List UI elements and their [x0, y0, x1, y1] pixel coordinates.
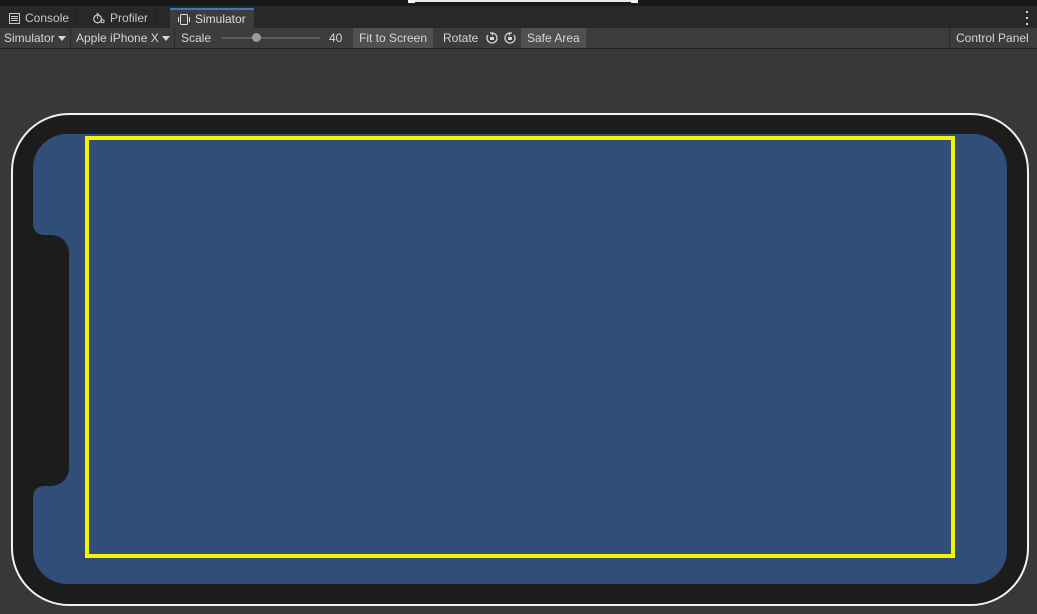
control-panel-button[interactable]: Control Panel	[949, 28, 1029, 48]
scale-slider-track[interactable]	[222, 37, 320, 39]
rotate-left-icon[interactable]	[485, 28, 499, 48]
tab-profiler-label: Profiler	[110, 11, 149, 25]
drag-handle[interactable]	[408, 0, 638, 3]
chevron-down-icon	[57, 36, 66, 41]
safe-area-toggle[interactable]: Safe Area	[521, 28, 586, 48]
safe-area-label: Safe Area	[527, 31, 580, 45]
scale-slider-thumb[interactable]	[252, 33, 261, 42]
scale-value: 40	[329, 31, 343, 45]
rotate-right-icon[interactable]	[503, 28, 517, 48]
tab-simulator-label: Simulator	[195, 12, 246, 26]
mode-dropdown[interactable]: Simulator	[0, 28, 71, 48]
more-options-icon[interactable]	[1025, 11, 1029, 25]
simulator-toolbar: Simulator Apple iPhone X Scale 40 Fit to…	[0, 28, 1037, 49]
device-notch	[33, 225, 69, 496]
rotate-label: Rotate	[443, 31, 479, 45]
scale-label: Scale	[181, 31, 212, 45]
fit-to-screen-label: Fit to Screen	[359, 31, 428, 45]
chevron-down-icon	[161, 36, 170, 41]
mode-dropdown-label: Simulator	[4, 31, 55, 45]
tab-console-label: Console	[25, 11, 70, 25]
fit-to-screen-button[interactable]: Fit to Screen	[353, 28, 434, 48]
device-dropdown[interactable]: Apple iPhone X	[72, 28, 175, 48]
console-icon	[8, 12, 20, 24]
profiler-icon	[93, 12, 105, 24]
tab-simulator[interactable]: Simulator	[170, 8, 254, 28]
safe-area-outline	[85, 136, 955, 558]
tab-console[interactable]: Console	[0, 8, 78, 28]
tab-bar: Console Profiler Simulator	[0, 6, 1037, 29]
tab-profiler[interactable]: Profiler	[85, 8, 157, 28]
simulator-icon	[178, 13, 190, 25]
device-dropdown-label: Apple iPhone X	[76, 31, 159, 45]
control-panel-label: Control Panel	[956, 31, 1029, 45]
